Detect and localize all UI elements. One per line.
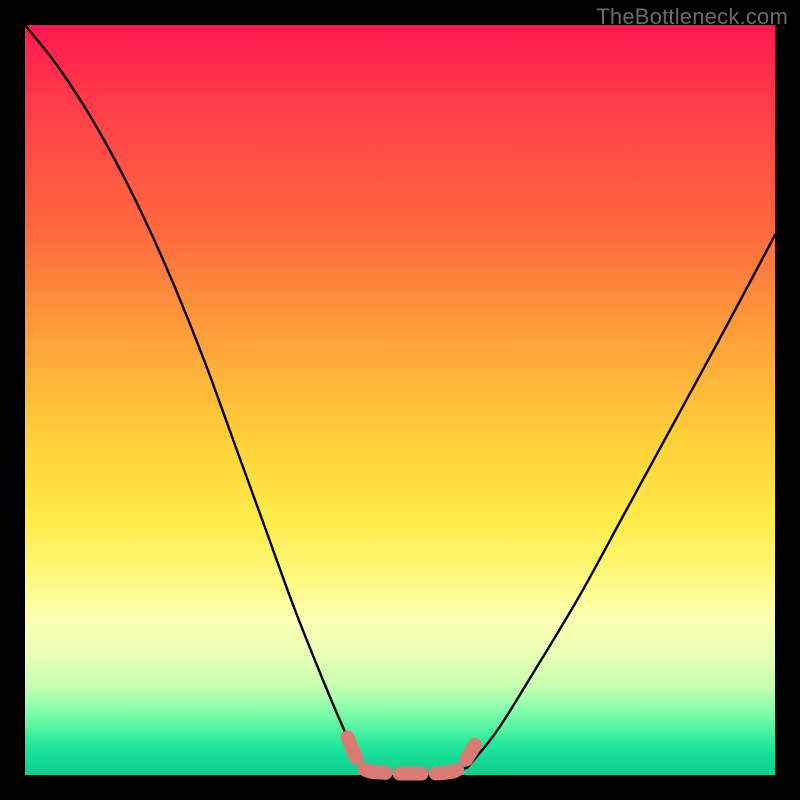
curve-left-branch (25, 25, 363, 768)
outer-frame: TheBottleneck.com (0, 0, 800, 800)
chart-svg (25, 25, 775, 775)
chart-plot-area (25, 25, 775, 775)
curve-right-branch (468, 235, 776, 768)
curve-highlight (348, 738, 476, 774)
